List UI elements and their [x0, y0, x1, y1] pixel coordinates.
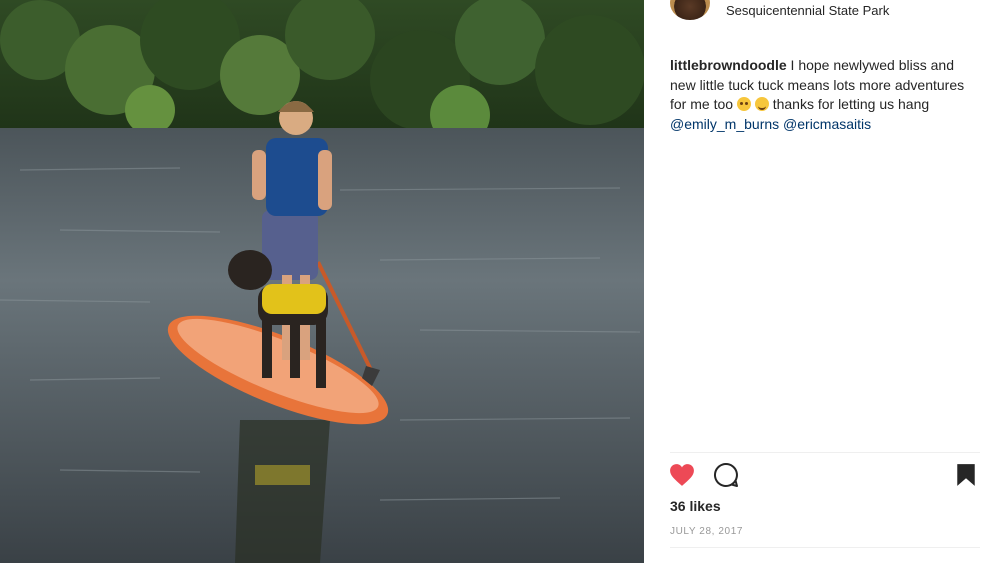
post-photo[interactable]	[0, 0, 644, 563]
heart-icon	[670, 464, 694, 486]
action-bar	[670, 461, 980, 491]
caption-username[interactable]: littlebrowndoodle	[670, 57, 787, 73]
caption-text-2: thanks for letting us hang	[772, 96, 930, 112]
comment-button[interactable]	[712, 461, 740, 489]
save-button[interactable]	[952, 461, 980, 489]
crying-face-emoji-icon	[736, 97, 751, 111]
divider	[670, 452, 980, 453]
likes-count[interactable]: 36 likes	[670, 498, 721, 514]
avatar[interactable]	[670, 0, 710, 20]
post-caption: littlebrowndoodle I hope newlywed bliss …	[670, 56, 970, 134]
post-photo-graphic	[0, 0, 644, 563]
hugging-face-emoji-icon	[754, 97, 769, 111]
post-side-panel: Sesquicentennial State Park littlebrownd…	[644, 0, 1000, 563]
mention-link-2[interactable]: @ericmasaitis	[783, 116, 871, 132]
bookmark-icon	[957, 464, 975, 486]
location-link[interactable]: Sesquicentennial State Park	[726, 3, 889, 18]
comment-icon	[714, 462, 738, 487]
like-button[interactable]	[668, 461, 696, 489]
divider	[670, 547, 980, 548]
mention-link-1[interactable]: @emily_m_burns	[670, 116, 779, 132]
post-date[interactable]: JULY 28, 2017	[670, 526, 743, 537]
